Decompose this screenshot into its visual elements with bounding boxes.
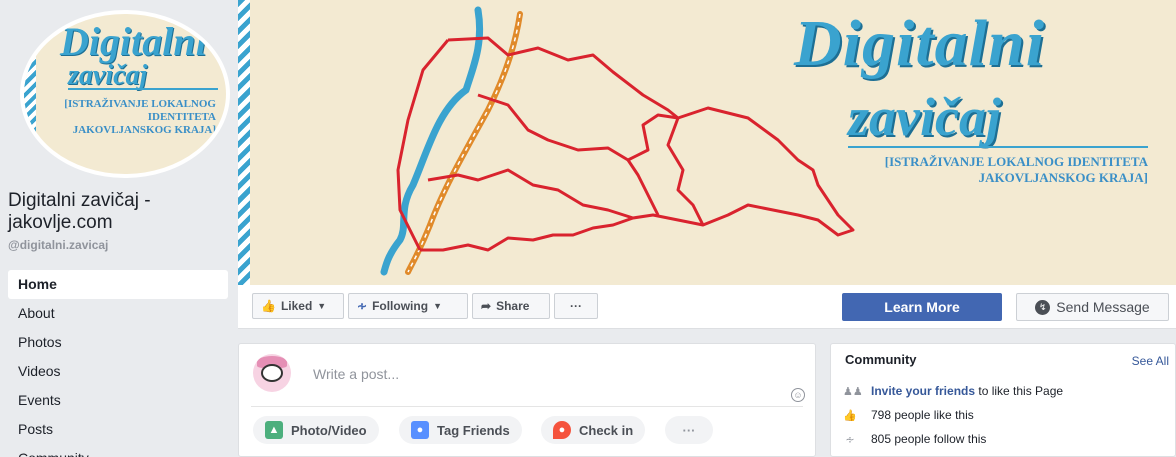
write-post-input[interactable]: Write a post... [313,366,399,382]
photo-icon: ▲ [265,421,283,439]
check-in-button[interactable]: ● Check in [541,416,646,444]
invite-friends-text: to like this Page [975,384,1064,398]
location-pin-icon: ● [553,421,571,439]
tag-friends-icon: ● [411,421,429,439]
rss-icon: ∻ [357,299,368,313]
avatar-subtitle: [ISTRAŽIVANJE LOKALNOG IDENTITETA JAKOVL… [64,98,216,136]
post-composer: Write a post... ☺ ▲ Photo/Video ● Tag Fr… [238,343,816,457]
emoji-icon[interactable]: ☺ [791,388,805,402]
cover-subtitle: [ISTRAŽIVANJE LOKALNOG IDENTITETA JAKOVL… [884,154,1148,185]
share-arrow-icon: ➦ [481,299,492,313]
rss-icon: ∻ [845,433,855,446]
community-panel: Community See All ♟♟ Invite your friends… [830,343,1176,457]
nav-item-videos[interactable]: Videos [8,357,228,386]
nav-item-about[interactable]: About [8,299,228,328]
composer-divider [251,406,803,407]
invite-friends-link[interactable]: Invite your friends [871,384,975,398]
share-button[interactable]: ➦ Share [472,293,550,319]
invite-friends-row: ♟♟ Invite your friends to like this Page [843,384,1063,398]
page-profile-picture[interactable]: Digitalni zavičaj [ISTRAŽIVANJE LOKALNOG… [20,10,230,178]
learn-more-button[interactable]: Learn More [842,293,1002,321]
nav-item-posts[interactable]: Posts [8,415,228,444]
chevron-down-icon: ▼ [317,301,327,311]
cover-divider [848,146,1148,148]
thumbs-up-icon: 👍 [261,299,276,313]
follows-row: ∻ 805 people follow this [843,432,986,446]
tag-friends-button[interactable]: ● Tag Friends [399,416,522,444]
send-message-button[interactable]: ↯ Send Message [1016,293,1169,321]
photo-video-button[interactable]: ▲ Photo/Video [253,416,379,444]
avatar-title-line1: Digitalni [60,19,207,64]
community-title: Community [845,352,917,367]
composer-more-label: ··· [682,422,696,438]
page-handle[interactable]: @digitalni.zavicaj [8,238,108,252]
page-nav: Home About Photos Videos Events Posts Co… [8,270,228,457]
friends-icon: ♟♟ [843,385,863,398]
likes-row: 👍 798 people like this [843,408,974,422]
nav-item-photos[interactable]: Photos [8,328,228,357]
left-sidebar: Digitalni zavičaj [ISTRAŽIVANJE LOKALNOG… [0,0,238,457]
check-in-label: Check in [579,422,634,438]
cover-title-line1: Digitalni [794,7,1046,80]
nav-item-home[interactable]: Home [8,270,228,299]
following-button[interactable]: ∻ Following ▼ [348,293,468,319]
see-all-link[interactable]: See All [1132,354,1169,368]
thumbs-up-icon: 👍 [843,409,857,422]
photo-video-label: Photo/Video [291,422,367,438]
chevron-down-icon: ▼ [433,301,442,311]
follows-count-text: 805 people follow this [871,432,987,446]
liked-button[interactable]: 👍 Liked ▼ [252,293,344,319]
share-label: Share [496,299,530,313]
messenger-icon: ↯ [1035,299,1051,315]
nav-item-events[interactable]: Events [8,386,228,415]
more-label: ··· [570,299,582,313]
send-message-label: Send Message [1056,299,1150,315]
following-label: Following [372,299,429,313]
cover-photo[interactable]: Digitalni zavičaj [ISTRAŽIVANJE LOKALNOG… [238,0,1176,285]
likes-count-text: 798 people like this [871,408,974,422]
user-avatar[interactable] [253,354,291,392]
nav-item-community[interactable]: Community [8,444,228,457]
cover-title-line2: zavičaj [848,87,1001,147]
page-action-bar: 👍 Liked ▼ ∻ Following ▼ ➦ Share ··· Lear… [238,285,1176,329]
page-name[interactable]: Digitalni zavičaj - jakovlje.com [8,190,233,234]
tag-friends-label: Tag Friends [437,422,510,438]
more-options-button[interactable]: ··· [554,293,598,319]
composer-more-button[interactable]: ··· [665,416,713,444]
liked-label: Liked [280,299,313,313]
